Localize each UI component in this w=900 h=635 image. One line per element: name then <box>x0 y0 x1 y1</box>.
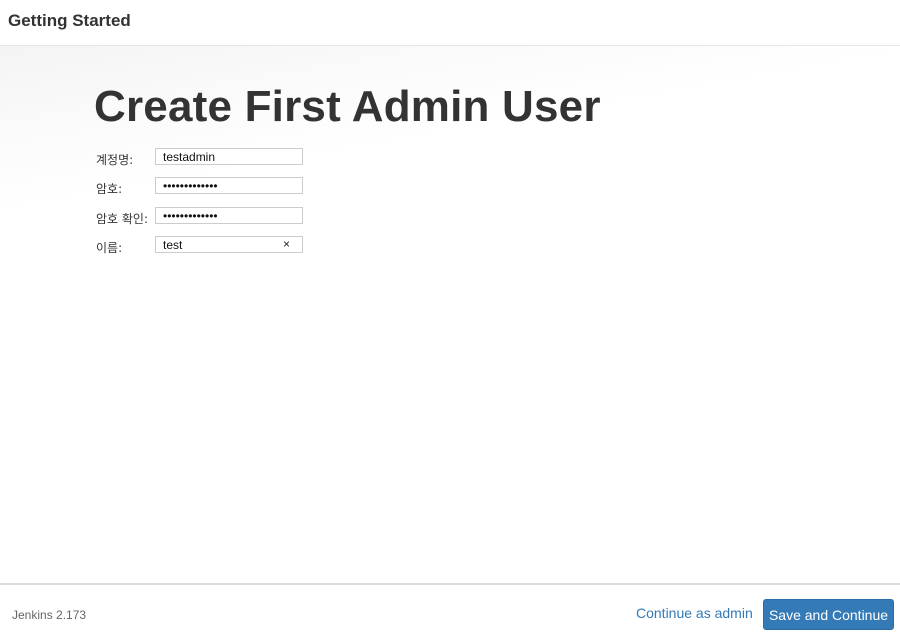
username-input[interactable] <box>155 148 303 165</box>
fullname-row: 이름: × <box>96 236 316 255</box>
confirm-password-input[interactable] <box>155 207 303 224</box>
confirm-password-row: 암호 확인: <box>96 207 316 226</box>
content-area: Create First Admin User 계정명: 암호: 암호 확인: … <box>0 46 900 583</box>
password-label: 암호: <box>96 182 123 196</box>
password-input[interactable] <box>155 177 303 194</box>
version-label: Jenkins 2.173 <box>12 608 87 622</box>
username-label: 계정명: <box>96 153 134 167</box>
password-row: 암호: <box>96 177 316 196</box>
fullname-label: 이름: <box>96 241 123 255</box>
close-icon[interactable]: × <box>283 237 290 252</box>
footer-bar: Jenkins 2.173 Continue as admin Save and… <box>0 583 900 635</box>
fullname-input[interactable] <box>155 236 303 253</box>
setup-wizard-page: Getting Started Create First Admin User … <box>0 0 900 635</box>
page-title: Create First Admin User <box>94 82 601 131</box>
username-row: 계정명: <box>96 148 316 167</box>
continue-as-admin-link[interactable]: Continue as admin <box>636 605 753 621</box>
confirm-password-label: 암호 확인: <box>96 212 149 226</box>
header-title: Getting Started <box>8 11 131 30</box>
save-and-continue-button[interactable]: Save and Continue <box>763 599 894 630</box>
header-bar: Getting Started <box>0 0 900 46</box>
